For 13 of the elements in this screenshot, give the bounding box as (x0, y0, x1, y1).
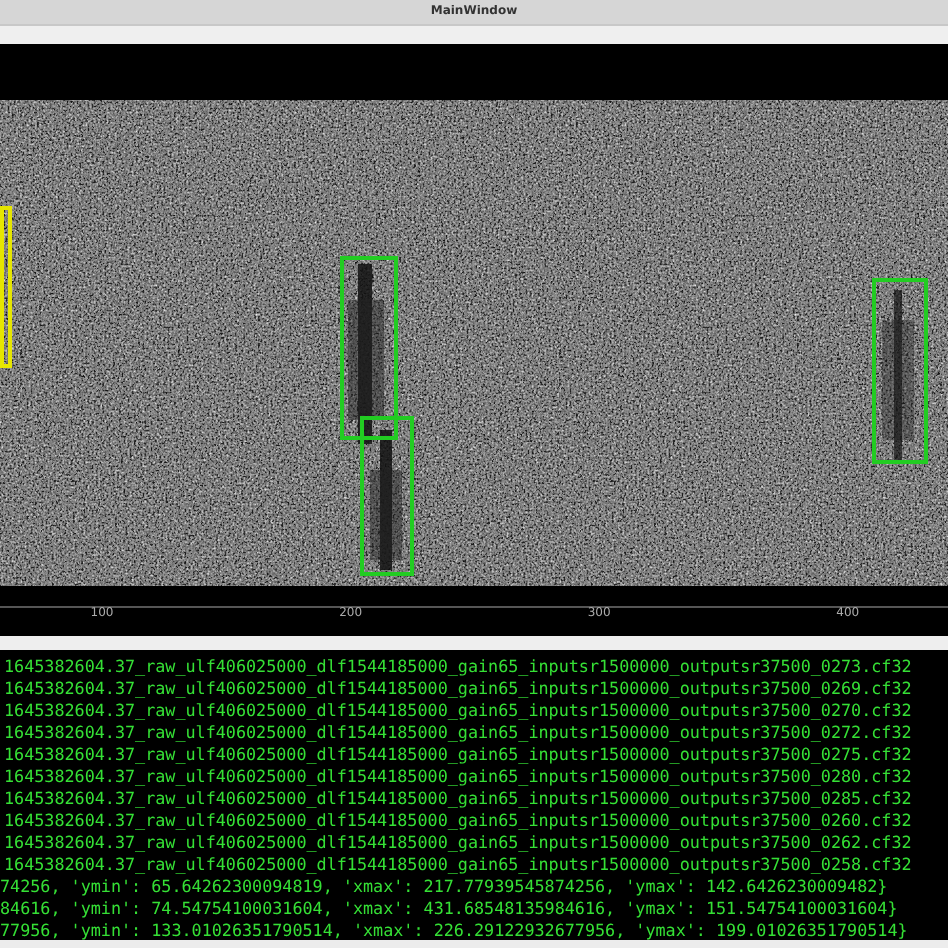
terminal-line: 1645382604.37_raw_ulf406025000_dlf1544185000_gain65_inputsr1500000_outputsr37500_0260.cf32 (2, 810, 914, 832)
terminal-line: 77956, 'ymin': 133.01026351790514, 'xmax': 226.29122932677956, 'ymax': 199.01026351790514} (0, 920, 910, 940)
terminal-line: 1645382604.37_raw_ulf406025000_dlf1544185000_gain65_inputsr1500000_outputsr37500_0273.cf32 (2, 656, 914, 678)
terminal-line: 1645382604.37_raw_ulf406025000_dlf1544185000_gain65_inputsr1500000_outputsr37500_0258.cf32 (2, 854, 914, 876)
terminal-line: 1645382604.37_raw_ulf406025000_dlf1544185000_gain65_inputsr1500000_outputsr37500_0262.cf32 (2, 832, 914, 854)
terminal-line: 1645382604.37_raw_ulf406025000_dlf1544185000_gain65_inputsr1500000_outputsr37500_0275.cf32 (2, 744, 914, 766)
terminal-line: 1645382604.37_raw_ulf406025000_dlf1544185000_gain65_inputsr1500000_outputsr37500_0269.cf32 (2, 678, 914, 700)
terminal-line: 1645382604.37_raw_ulf406025000_dlf1544185000_gain65_inputsr1500000_outputsr37500_0285.cf32 (2, 788, 914, 810)
terminal-line: 1645382604.37_raw_ulf406025000_dlf1544185000_gain65_inputsr1500000_outputsr37500_0272.cf32 (2, 722, 914, 744)
terminal-line: 74256, 'ymin': 65.64262300094819, 'xmax': 217.77939545874256, 'ymax': 142.6426230009482} (0, 876, 890, 898)
terminal-line: 84616, 'ymin': 74.54754100031604, 'xmax': 431.68548135984616, 'ymax': 151.54754100031604} (0, 898, 900, 920)
terminal-line: 1645382604.37_raw_ulf406025000_dlf1544185000_gain65_inputsr1500000_outputsr37500_0270.cf32 (2, 700, 914, 722)
terminal-line: 1645382604.37_raw_ulf406025000_dlf1544185000_gain65_inputsr1500000_outputsr37500_0280.cf32 (2, 766, 914, 788)
